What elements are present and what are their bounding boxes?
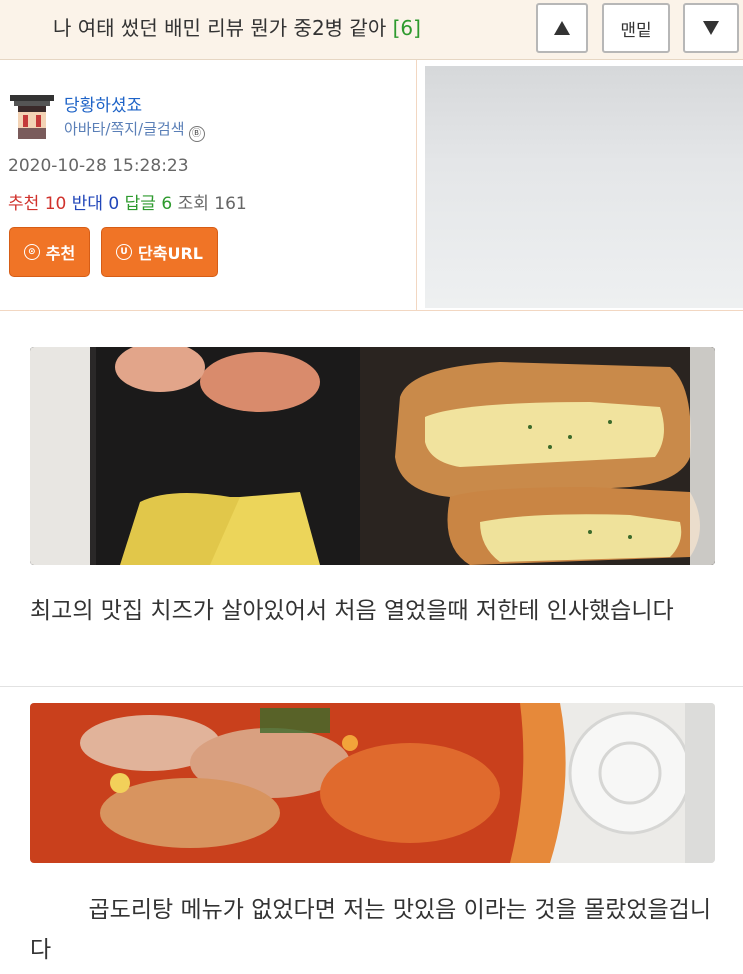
level-badge-icon: Ⓑ <box>188 126 205 142</box>
oppose-label: 반대 <box>71 194 104 214</box>
scroll-down-button[interactable] <box>683 3 739 53</box>
oppose-count: 0 <box>108 194 120 214</box>
post-title: 나 여태 썼던 배민 리뷰 뭔가 중2병 같아 [6] <box>53 12 421 41</box>
comment-count[interactable]: [6] <box>393 16 421 40</box>
recommend-button-label: 추천 <box>45 244 76 263</box>
review-paragraph-2: 곱도리탕 메뉴가 없었다면 저는 맛있음 이라는 것을 몰랐었을겁니다 <box>30 897 711 963</box>
reply-count: 6 <box>161 194 173 214</box>
post-title-text: 나 여태 썼던 배민 리뷰 뭔가 중2병 같아 <box>53 16 387 40</box>
food-photo-spicy-stew <box>30 703 715 863</box>
triangle-up-icon <box>554 21 570 35</box>
scroll-bottom-label: 맨밑 <box>620 20 652 41</box>
recommend-button[interactable]: ⊙ 추천 <box>9 227 90 277</box>
header-divider <box>0 310 743 311</box>
author-nickname[interactable]: 당황하셨죠 <box>64 91 142 116</box>
views-label: 조회 <box>177 194 209 214</box>
triangle-down-icon <box>703 21 719 35</box>
author-links: 아바타/쪽지/글검색 Ⓑ <box>64 118 205 142</box>
food-photo-cheese-cutlet <box>30 347 715 565</box>
author-links-text[interactable]: 아바타/쪽지/글검색 <box>64 120 185 138</box>
review-paragraph-1: 최고의 맛집 치즈가 살아있어서 처음 열었을때 저한테 인사했습니다 <box>30 598 674 624</box>
pixel-avatar-icon[interactable] <box>10 95 54 139</box>
post-info-panel: 당황하셨죠 아바타/쪽지/글검색 Ⓑ 2020-10-28 15:28:23 추천… <box>0 60 417 310</box>
post-datetime: 2020-10-28 15:28:23 <box>8 156 189 176</box>
scroll-bottom-button[interactable]: 맨밑 <box>602 3 670 53</box>
short-url-circle-icon: U <box>116 244 133 260</box>
recommend-label: 추천 <box>8 194 40 214</box>
reply-label: 답글 <box>124 194 156 214</box>
scroll-up-button[interactable] <box>536 3 588 53</box>
views-count: 161 <box>214 194 247 214</box>
short-url-button[interactable]: U 단축URL <box>101 227 218 277</box>
recommend-circle-icon: ⊙ <box>23 244 40 260</box>
post-header-bar: 나 여태 썼던 배민 리뷰 뭔가 중2병 같아 [6] 맨밑 <box>0 0 743 60</box>
short-url-button-label: 단축URL <box>138 244 203 263</box>
post-thumbnail[interactable] <box>425 66 743 308</box>
recommend-count: 10 <box>44 194 67 214</box>
content-divider <box>0 686 743 687</box>
post-stats: 추천 10 반대 0 답글 6 조회 161 <box>8 189 247 214</box>
